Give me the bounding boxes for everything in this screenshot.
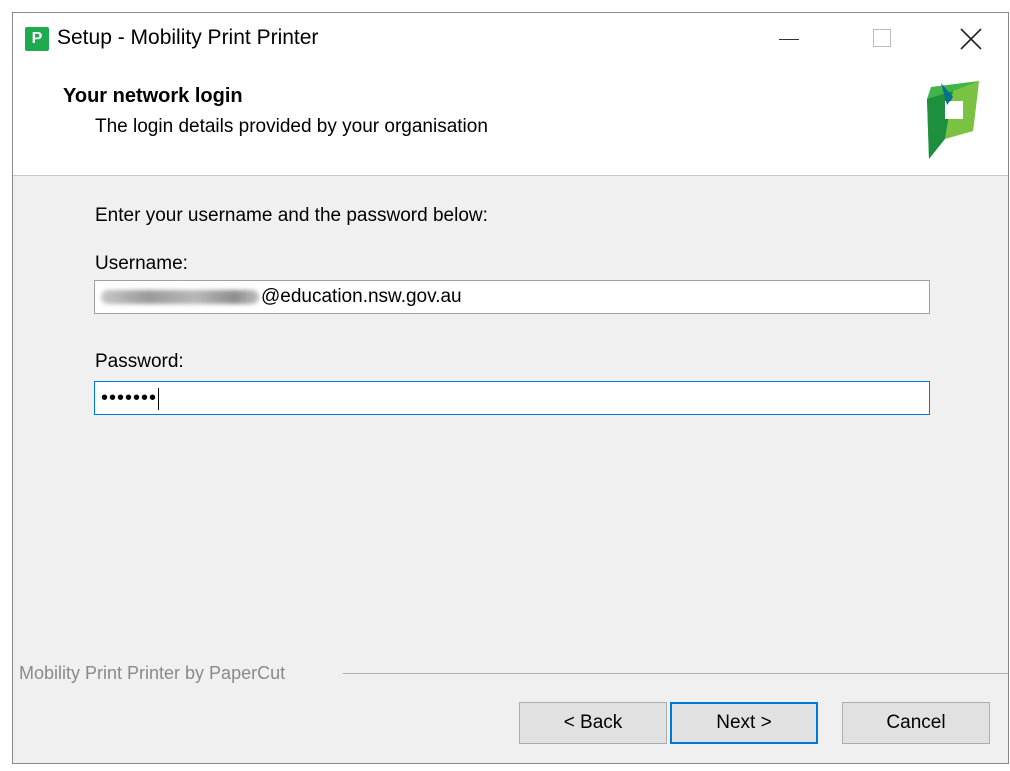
footer-divider xyxy=(343,673,1008,674)
next-button[interactable]: Next > xyxy=(670,702,818,744)
papercut-logo-icon xyxy=(923,79,983,159)
wizard-header: Your network login The login details pro… xyxy=(13,65,1008,176)
setup-window: P Setup - Mobility Print Printer Your ne… xyxy=(12,12,1009,764)
maximize-icon[interactable] xyxy=(857,13,903,65)
text-caret xyxy=(158,387,160,410)
username-field[interactable]: @education.nsw.gov.au xyxy=(94,280,930,314)
cancel-button[interactable]: Cancel xyxy=(842,702,990,744)
footer-brand-text: Mobility Print Printer by PaperCut xyxy=(19,663,286,683)
instruction-text: Enter your username and the password bel… xyxy=(95,205,488,226)
username-label: Username: xyxy=(95,253,188,274)
form-area: Enter your username and the password bel… xyxy=(13,176,1008,666)
password-label: Password: xyxy=(95,351,184,372)
app-icon: P xyxy=(25,27,49,51)
app-icon-letter: P xyxy=(31,30,43,47)
title-bar: P Setup - Mobility Print Printer xyxy=(13,13,1008,65)
window-title: Setup - Mobility Print Printer xyxy=(57,26,319,49)
page-title: Your network login xyxy=(63,85,243,107)
back-button[interactable]: < Back xyxy=(519,702,667,744)
close-icon[interactable] xyxy=(948,13,994,65)
minimize-icon[interactable] xyxy=(765,13,811,65)
username-domain: @education.nsw.gov.au xyxy=(261,286,462,307)
redacted-username-part xyxy=(101,289,259,304)
page-subtitle: The login details provided by your organ… xyxy=(95,116,488,137)
password-field[interactable]: ••••••• xyxy=(94,381,930,415)
password-mask: ••••••• xyxy=(101,387,158,409)
